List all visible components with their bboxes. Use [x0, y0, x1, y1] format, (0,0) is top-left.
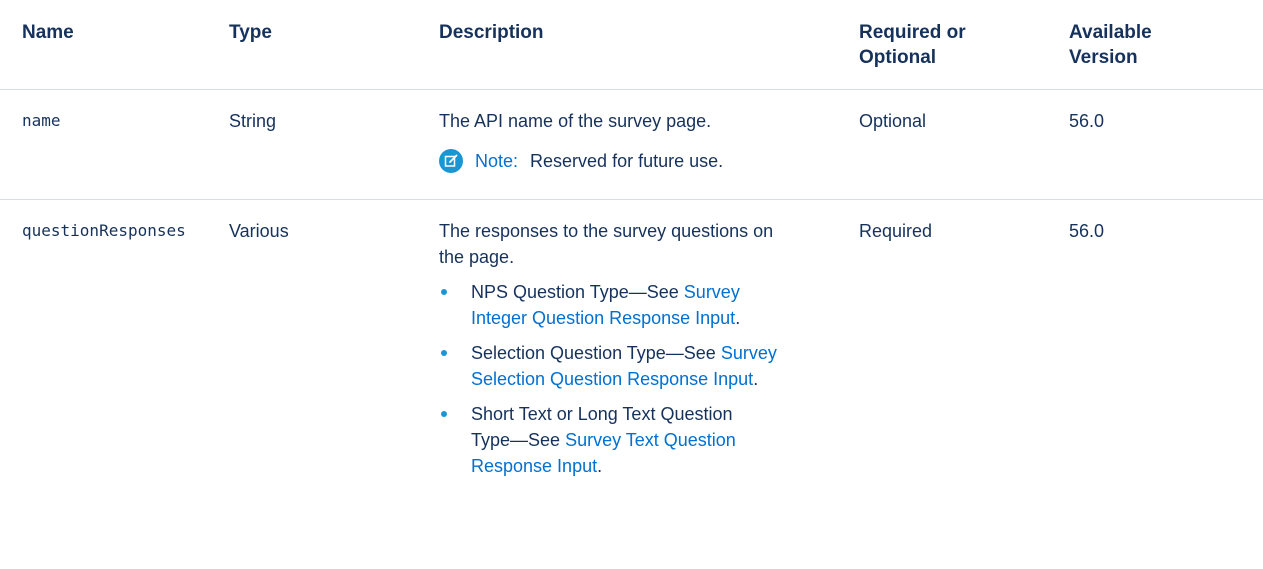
parameters-table: Name Type Description Required or Option…: [0, 0, 1263, 569]
description-line: the page.: [439, 247, 515, 267]
list-item-text: Type—See: [471, 430, 566, 450]
edit-note-icon: [439, 149, 463, 173]
list-item: NPS Question Type—See Survey Integer Que…: [439, 279, 839, 331]
survey-text-link[interactable]: Survey Text Question: [565, 430, 736, 450]
table-row: questionResponses Various The responses …: [0, 200, 1263, 569]
header-version-line1: Available: [1069, 22, 1152, 43]
list-item-text: .: [597, 456, 603, 476]
list-item-text: .: [735, 308, 741, 328]
bullet-icon: [441, 289, 447, 295]
header-required-line2: Optional: [859, 47, 937, 68]
param-name: name: [22, 111, 61, 130]
header-version: Available Version: [1069, 0, 1249, 70]
param-type: Various: [229, 221, 289, 241]
survey-selection-link[interactable]: Survey: [721, 343, 777, 363]
note-label: Note:: [475, 151, 519, 171]
table-row: name String The API name of the survey p…: [0, 90, 1263, 200]
list-item: Short Text or Long Text Question Type—Se…: [439, 401, 839, 479]
list-item-text: Short Text or Long Text Question: [471, 404, 733, 424]
param-name: questionResponses: [22, 221, 186, 240]
param-required: Optional: [859, 111, 927, 131]
list-item: Selection Question Type—See Survey Selec…: [439, 340, 839, 392]
bullet-icon: [441, 350, 447, 356]
header-version-line2: Version: [1069, 47, 1138, 68]
list-item-text: NPS Question Type—See: [471, 282, 684, 302]
survey-text-link[interactable]: Response Input: [471, 456, 597, 476]
header-type: Type: [229, 22, 272, 43]
survey-selection-link[interactable]: Selection Question Response Input: [471, 369, 753, 389]
param-version: 56.0: [1069, 111, 1105, 131]
param-version: 56.0: [1069, 221, 1105, 241]
param-required: Required: [859, 221, 933, 241]
param-type: String: [229, 111, 277, 131]
note-box: Note: Reserved for future use.: [439, 148, 839, 174]
description-text: The API name of the survey page.: [439, 111, 712, 131]
bullet-icon: [441, 411, 447, 417]
header-required-line1: Required or: [859, 22, 966, 43]
header-required: Required or Optional: [859, 0, 1049, 70]
description-line: The responses to the survey questions on: [439, 221, 774, 241]
header-description: Description: [439, 22, 544, 43]
list-item-text: Selection Question Type—See: [471, 343, 721, 363]
table-header: Name Type Description Required or Option…: [0, 0, 1263, 90]
header-name: Name: [22, 22, 74, 43]
list-item-text: .: [753, 369, 759, 389]
survey-integer-link[interactable]: Survey: [684, 282, 740, 302]
param-description: The API name of the survey page. Note: R…: [439, 108, 839, 174]
survey-integer-link[interactable]: Integer Question Response Input: [471, 308, 735, 328]
type-list: NPS Question Type—See Survey Integer Que…: [439, 279, 839, 479]
note-text: Reserved for future use.: [530, 151, 724, 171]
param-description: The responses to the survey questions on…: [439, 218, 839, 479]
